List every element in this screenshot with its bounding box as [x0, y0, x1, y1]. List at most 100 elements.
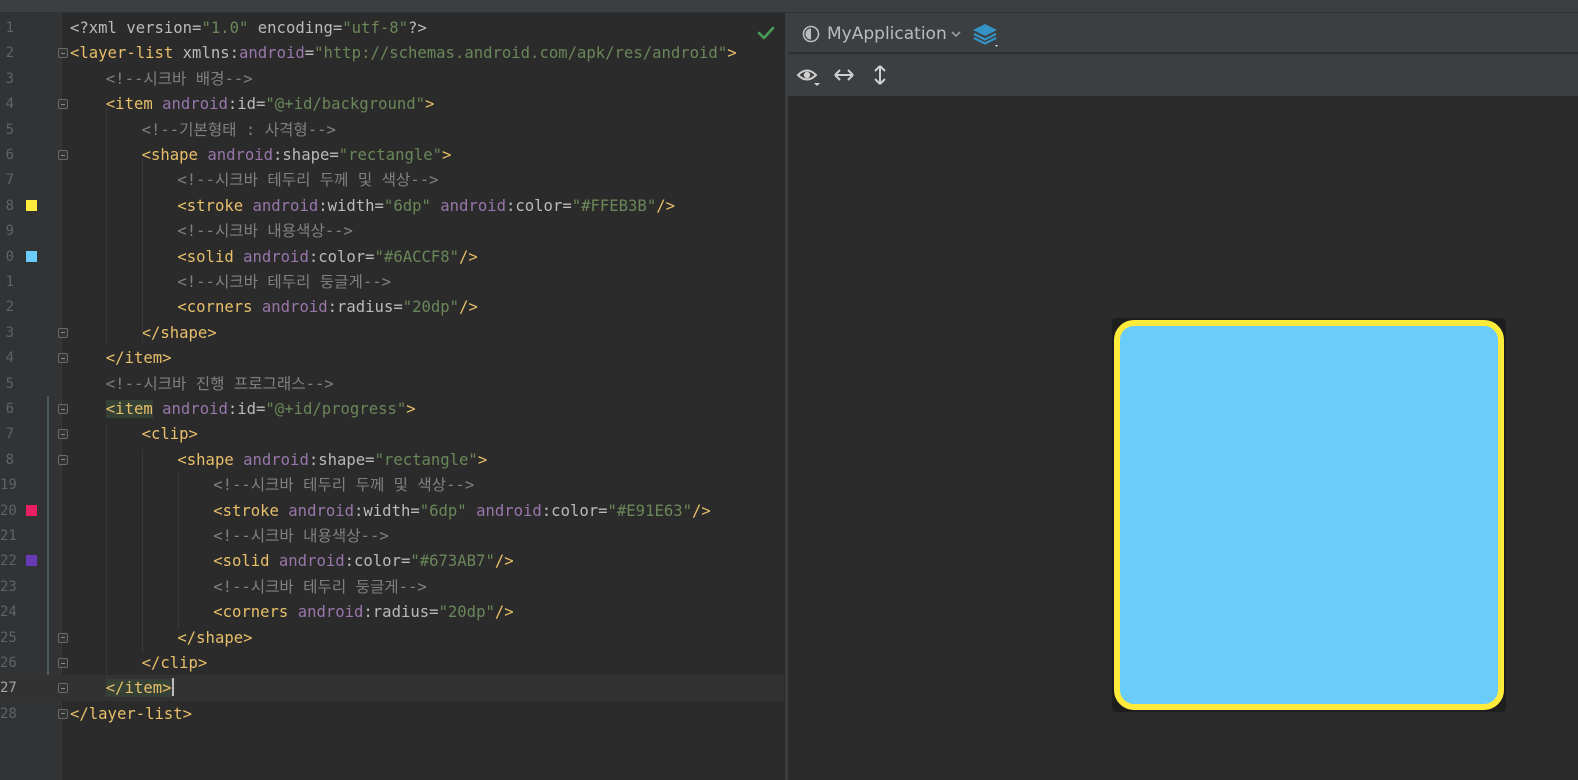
code-token: android	[288, 501, 355, 520]
fold-marker-icon[interactable]	[58, 327, 68, 338]
code-text[interactable]: <!--시크바 테두리 두께 및 색상-->	[177, 170, 438, 190]
code-line[interactable]: 7 <!--시크바 테두리 두께 및 색상-->	[0, 167, 788, 192]
layers-icon[interactable]	[970, 21, 1002, 49]
code-editor[interactable]: 1 <?xml version="1.0" encoding="utf-8"?> 2…	[0, 13, 788, 780]
code-line[interactable]: 22 <solid android:color="#673AB7"/>	[0, 548, 788, 573]
eye-icon[interactable]	[796, 64, 824, 88]
vertical-resize-icon[interactable]	[872, 63, 888, 87]
code-token: >	[406, 400, 416, 418]
code-text[interactable]: <!--시크바 테두리 둥글게-->	[213, 577, 427, 597]
code-text[interactable]: <?xml version="1.0" encoding="utf-8"?>	[70, 18, 427, 38]
code-token: <stroke	[177, 196, 253, 215]
line-number: 27	[0, 680, 17, 697]
color-swatch-icon[interactable]	[26, 250, 37, 262]
code-line[interactable]: 8 <shape android:shape="rectangle">	[0, 447, 788, 472]
code-text[interactable]: </shape>	[177, 628, 252, 648]
fold-marker-icon[interactable]	[58, 683, 68, 694]
check-icon[interactable]	[756, 25, 776, 41]
code-text[interactable]: </shape>	[142, 323, 217, 343]
fold-marker-icon[interactable]	[58, 99, 68, 110]
code-line[interactable]: 20 <stroke android:width="6dp" android:co…	[0, 498, 788, 523]
fold-marker-icon[interactable]	[58, 708, 68, 719]
code-line[interactable]: 3 </shape>	[0, 320, 788, 345]
fold-marker-icon[interactable]	[58, 48, 68, 59]
code-token: android	[261, 298, 328, 317]
code-text[interactable]: </clip>	[142, 653, 208, 673]
code-line[interactable]: 7 <clip>	[0, 421, 788, 446]
code-text[interactable]: <!--시크바 테두리 두께 및 색상-->	[213, 475, 474, 495]
indent-guide	[142, 159, 143, 343]
code-line[interactable]: 6 <shape android:shape="rectangle">	[0, 142, 788, 167]
code-line[interactable]: 0 <solid android:color="#6ACCF8"/>	[0, 244, 788, 269]
code-text[interactable]: <!--시크바 내용색상-->	[213, 526, 389, 546]
code-token: "#FFEB3B"	[571, 196, 657, 215]
code-line[interactable]: 1 <?xml version="1.0" encoding="utf-8"?>	[0, 15, 788, 40]
code-line[interactable]: 8 <stroke android:width="6dp" android:col…	[0, 193, 788, 218]
code-text[interactable]: <corners android:radius="20dp"/>	[213, 602, 513, 622]
theme-icon[interactable]	[802, 25, 820, 43]
fold-marker-icon[interactable]	[58, 353, 68, 364]
code-text[interactable]: <layer-list xmlns:android="http://schema…	[70, 43, 737, 63]
code-line[interactable]: 6 <item android:id="@+id/progress">	[0, 396, 788, 421]
code-text[interactable]: </layer-list>	[70, 704, 192, 724]
code-line[interactable]: 26 </clip>	[0, 650, 788, 675]
code-line[interactable]: 28 </layer-list>	[0, 701, 788, 726]
chevron-down-icon[interactable]	[950, 29, 962, 39]
code-line[interactable]: 25 </shape>	[0, 625, 788, 650]
code-line[interactable]: 4 </item>	[0, 345, 788, 370]
app-selector[interactable]: MyApplication	[827, 23, 947, 45]
code-text[interactable]: <item android:id="@+id/progress">	[105, 399, 416, 419]
fold-marker-icon[interactable]	[58, 404, 68, 414]
code-text[interactable]: <!--시크바 내용색상-->	[177, 221, 353, 241]
line-number: 24	[0, 604, 17, 621]
code-text[interactable]: </item>	[105, 678, 174, 698]
line-number: 20	[0, 502, 17, 519]
code-text[interactable]: <corners android:radius="20dp"/>	[177, 297, 477, 317]
code-line[interactable]: 27 </item>	[0, 675, 788, 701]
line-number: 23	[0, 578, 17, 595]
code-text[interactable]: <!--시크바 배경-->	[106, 69, 253, 89]
code-token: android	[162, 400, 228, 418]
color-swatch-icon[interactable]	[26, 199, 37, 211]
design-canvas[interactable]	[788, 97, 1578, 780]
code-token: />	[656, 196, 675, 215]
line-number: 21	[0, 528, 17, 544]
code-line[interactable]: 21 <!--시크바 내용색상-->	[0, 523, 788, 548]
code-text[interactable]: <stroke android:width="6dp" android:colo…	[213, 501, 711, 521]
fold-marker-icon[interactable]	[58, 658, 68, 668]
fold-marker-icon[interactable]	[58, 150, 68, 160]
code-text[interactable]: <!--기본형태 : 사격형-->	[142, 120, 336, 140]
code-line[interactable]: 19 <!--시크바 테두리 두께 및 색상-->	[0, 472, 788, 497]
code-line[interactable]: 24 <corners android:radius="20dp"/>	[0, 599, 788, 624]
code-line[interactable]: 5 <!--기본형태 : 사격형-->	[0, 117, 788, 142]
code-text[interactable]: <clip>	[142, 424, 198, 444]
code-text[interactable]: <solid android:color="#673AB7"/>	[213, 551, 513, 571]
code-line[interactable]: 1 <!--시크바 테두리 둥글게-->	[0, 269, 788, 294]
drawable-preview[interactable]	[1114, 320, 1504, 710]
fold-marker-icon[interactable]	[58, 429, 68, 440]
code-line[interactable]: 5 <!--시크바 진행 프로그래스-->	[0, 371, 788, 396]
fold-marker-icon[interactable]	[58, 454, 68, 465]
code-text[interactable]: <stroke android:width="6dp" android:colo…	[177, 196, 675, 216]
code-text[interactable]: <solid android:color="#6ACCF8"/>	[177, 247, 477, 267]
code-token: "@+id/progress"	[265, 400, 407, 418]
code-text[interactable]: </item>	[106, 348, 172, 368]
code-text[interactable]: <shape android:shape="rectangle">	[177, 450, 487, 470]
color-swatch-icon[interactable]	[26, 504, 37, 516]
code-line[interactable]: 9 <!--시크바 내용색상-->	[0, 218, 788, 243]
code-line[interactable]: 3 <!--시크바 배경-->	[0, 66, 788, 91]
code-text[interactable]: <!--시크바 진행 프로그래스-->	[106, 374, 334, 394]
code-line[interactable]: 23 <!--시크바 테두리 둥글게-->	[0, 574, 788, 599]
code-line[interactable]: 2 <layer-list xmlns:android="http://schem…	[0, 40, 788, 65]
color-swatch-icon[interactable]	[26, 555, 37, 567]
code-token: <?xml version=	[70, 19, 202, 37]
code-text[interactable]: <shape android:shape="rectangle">	[142, 145, 452, 165]
line-number: 6	[5, 147, 14, 163]
fold-marker-icon[interactable]	[58, 632, 68, 643]
code-text[interactable]: <!--시크바 테두리 둥글게-->	[177, 272, 391, 292]
code-line[interactable]: 4 <item android:id="@+id/background">	[0, 91, 788, 116]
code-line[interactable]: 2 <corners android:radius="20dp"/>	[0, 294, 788, 319]
horizontal-resize-icon[interactable]	[832, 65, 856, 85]
code-text[interactable]: <item android:id="@+id/background">	[106, 94, 435, 114]
code-token: :shape=	[308, 450, 375, 469]
